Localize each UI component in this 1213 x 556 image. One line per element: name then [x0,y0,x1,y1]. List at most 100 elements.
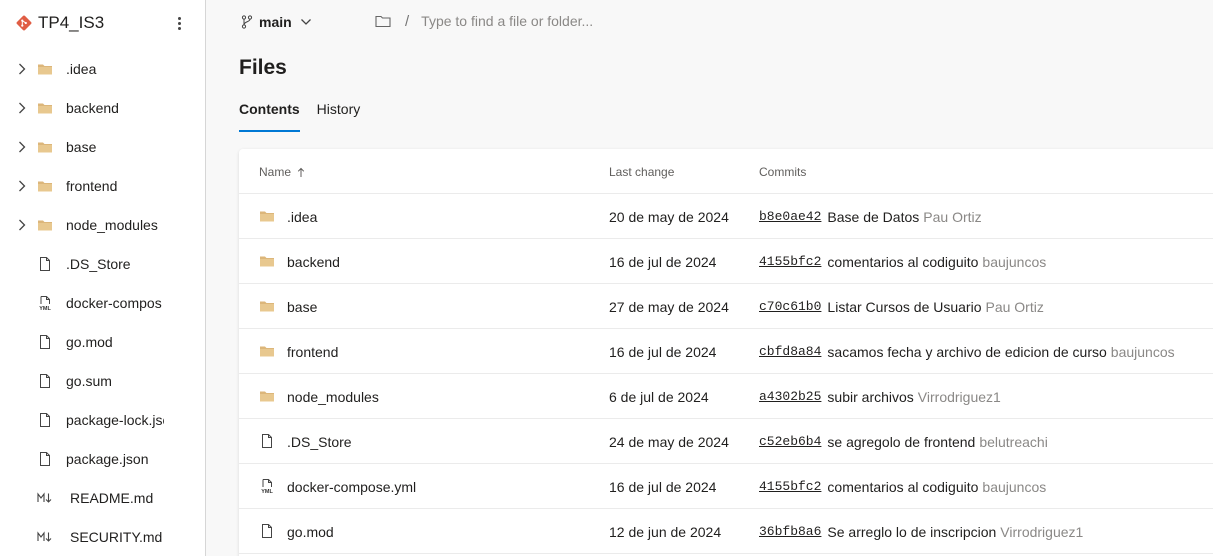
table-body: .idea 20 de may de 2024 b8e0ae42 Base de Da… [239,194,1213,554]
commit-message: Base de Datos [827,209,920,225]
chevron-right-icon[interactable] [16,101,28,115]
folder-icon [37,61,53,77]
tree-item[interactable]: .DS_Store [0,244,205,283]
commit-hash-link[interactable]: 4155bfc2 [759,254,821,270]
file-name-link[interactable]: .DS_Store [287,434,352,450]
table-row[interactable]: frontend 16 de jul de 2024 cbfd8a84 sacamos… [239,329,1213,374]
commit-message: Listar Cursos de Usuario [827,299,982,315]
commit-message: sacamos fecha y archivo de edicion de cu… [827,344,1107,360]
file-search-input[interactable] [421,13,802,29]
last-change-date: 27 de may de 2024 [609,299,729,315]
table-header: Name Last change Commits [239,149,1213,194]
git-repo-icon [16,15,32,31]
commit-author: baujuncos [982,479,1047,495]
commit-hash-link[interactable]: a4302b25 [759,389,821,405]
tree-item[interactable]: .idea [0,49,205,88]
tree-item[interactable]: go.sum [0,361,205,400]
sort-ascending-icon [297,167,305,177]
commit-hash-link[interactable]: 36bfb8a6 [759,524,821,540]
main-content: main / Files Contents History Name Last … [207,0,1213,556]
file-icon [37,373,53,389]
tree-item[interactable]: backend [0,88,205,127]
files-table: Name Last change Commits .idea 20 de may … [239,149,1213,556]
file-icon [37,412,53,428]
commit-author: belutreachi [979,434,1048,450]
folder-outline-icon[interactable] [375,14,391,28]
svg-text:YML: YML [261,489,273,494]
tree-item[interactable]: go.mod [0,322,205,361]
column-header-name[interactable]: Name [259,165,305,179]
yml-file-icon: YML [37,295,53,312]
tab-bar: Contents History [239,101,377,132]
column-header-last-change[interactable]: Last change [609,165,674,179]
svg-text:YML: YML [39,306,51,311]
table-row[interactable]: base 27 de may de 2024 c70c61b0 Listar Curs… [239,284,1213,329]
last-change-date: 16 de jul de 2024 [609,254,717,270]
commit-hash-link[interactable]: c52eb6b4 [759,434,821,450]
markdown-icon [37,529,53,545]
commit-hash-link[interactable]: b8e0ae42 [759,209,821,225]
chevron-right-icon[interactable] [16,140,28,154]
file-icon [259,523,275,539]
table-row[interactable]: .idea 20 de may de 2024 b8e0ae42 Base de Da… [239,194,1213,239]
tree-item[interactable]: frontend [0,166,205,205]
tree-item-label: docker-compos [66,294,162,311]
tree-item-label: package.json [66,450,149,467]
tree-item[interactable]: base [0,127,205,166]
folder-icon [259,343,275,359]
last-change-date: 20 de may de 2024 [609,209,729,225]
folder-icon [259,388,275,404]
commit-info: cbfd8a84 sacamos fecha y archivo de edici… [759,344,1175,360]
commit-info: b8e0ae42 Base de Datos Pau Ortiz [759,209,982,225]
tree-item-label: SECURITY.md [70,528,163,545]
commit-info: 4155bfc2 comentarios al codiguito baujunco… [759,254,1046,270]
tree-item-label: base [66,138,97,155]
tab-contents[interactable]: Contents [239,101,300,132]
folder-icon [37,139,53,155]
branch-icon [241,15,253,29]
file-name-link[interactable]: backend [287,254,340,270]
chevron-right-icon[interactable] [16,179,28,193]
table-row[interactable]: backend 16 de jul de 2024 4155bfc2 comentar… [239,239,1213,284]
commit-author: Pau Ortiz [923,209,982,225]
commit-info: c70c61b0 Listar Cursos de Usuario Pau Orti… [759,299,1044,315]
tree-item[interactable]: README.md [0,478,205,517]
file-name-link[interactable]: base [287,299,317,315]
branch-selector[interactable]: main [241,12,312,32]
tree-item[interactable]: package-lock.jso [0,400,205,439]
tab-history[interactable]: History [317,101,361,132]
tree-item[interactable]: YML docker-compos [0,283,205,322]
branch-name: main [259,14,292,30]
file-name-link[interactable]: docker-compose.yml [287,479,416,495]
column-header-commits[interactable]: Commits [759,165,806,179]
tree-item-label: .idea [66,60,97,77]
table-row[interactable]: node_modules 6 de jul de 2024 a4302b25 subi… [239,374,1213,419]
folder-icon [37,178,53,194]
file-name-link[interactable]: frontend [287,344,338,360]
table-row[interactable]: go.mod 12 de jun de 2024 36bfb8a6 Se arregl… [239,509,1213,554]
tree-item[interactable]: SECURITY.md [0,517,205,556]
folder-icon [259,208,275,224]
folder-icon [37,217,53,233]
table-row[interactable]: .DS_Store 24 de may de 2024 c52eb6b4 se agr… [239,419,1213,464]
chevron-right-icon[interactable] [16,218,28,232]
file-name-link[interactable]: node_modules [287,389,379,405]
tree-item-label: go.sum [66,372,112,389]
tree-item-label: go.mod [66,333,113,350]
commit-author: Virrodriguez1 [917,389,1001,405]
tree-item[interactable]: package.json [0,439,205,478]
chevron-down-icon [300,19,311,25]
table-row[interactable]: YML docker-compose.yml 16 de jul de 2024 41… [239,464,1213,509]
file-name-link[interactable]: .idea [287,209,317,225]
folder-icon [37,100,53,116]
file-name-link[interactable]: go.mod [287,524,334,540]
chevron-right-icon[interactable] [16,62,28,76]
tree-item[interactable]: node_modules [0,205,205,244]
commit-info: a4302b25 subir archivos Virrodriguez1 [759,389,1001,405]
commit-author: Pau Ortiz [985,299,1044,315]
commit-hash-link[interactable]: cbfd8a84 [759,344,821,360]
more-options-icon[interactable] [170,12,188,34]
commit-hash-link[interactable]: c70c61b0 [759,299,821,315]
tree-item-label: node_modules [66,216,158,233]
commit-hash-link[interactable]: 4155bfc2 [759,479,821,495]
